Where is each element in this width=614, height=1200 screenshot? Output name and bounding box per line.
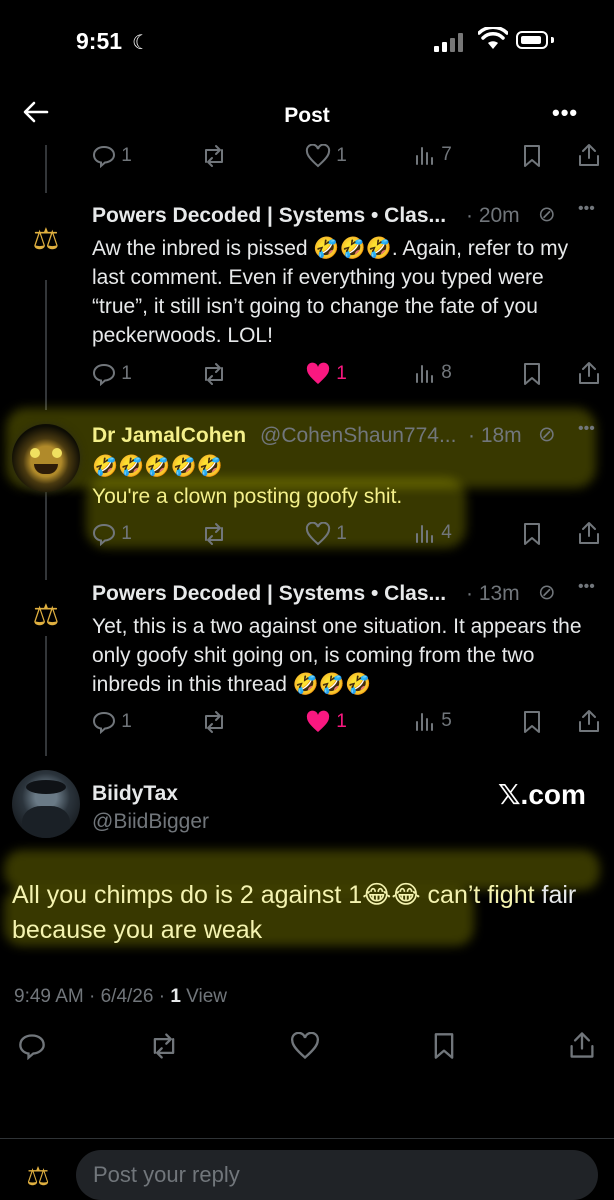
bookmark-button[interactable] (522, 710, 542, 734)
post-more-icon[interactable]: ••• (578, 200, 595, 218)
avatar-scales-icon[interactable]: ⚖ (26, 596, 66, 636)
reply-count: 1 (121, 145, 132, 167)
thread-line (45, 636, 47, 756)
post-more-icon[interactable]: ••• (578, 578, 595, 596)
reply-count: 1 (121, 711, 132, 733)
post-datetime: 9:49 AM · 6/4/26 · (14, 986, 171, 1007)
like-button-active[interactable]: 1 (305, 710, 347, 734)
post-more-icon[interactable]: ••• (578, 420, 595, 438)
grok-icon[interactable]: ⊘ (538, 422, 556, 447)
reply-button[interactable]: 1 (92, 710, 132, 735)
bookmark-button[interactable] (522, 144, 542, 168)
repost-button[interactable] (200, 710, 228, 734)
share-button[interactable] (577, 142, 601, 168)
thread-line (45, 145, 47, 193)
view-count: 7 (441, 144, 452, 166)
share-button[interactable] (568, 1030, 596, 1060)
x-watermark: 𝕏.com (498, 779, 586, 810)
reply-button[interactable]: 1 (92, 362, 132, 387)
bookmark-button[interactable] (432, 1032, 456, 1060)
author-name[interactable]: Powers Decoded | Systems • Clas... (92, 204, 446, 228)
reply-button[interactable]: 1 (92, 522, 132, 547)
grok-icon[interactable]: ⊘ (538, 580, 556, 605)
post-timestamp: · 20m (466, 204, 520, 227)
views-button[interactable]: 7 (414, 144, 452, 166)
share-button[interactable] (577, 708, 601, 734)
view-count: 4 (441, 522, 452, 544)
views-button[interactable]: 8 (414, 362, 452, 384)
post-text: You're a clown posting goofy shit. (92, 485, 403, 508)
repost-button[interactable] (200, 362, 228, 386)
reply-placeholder: Post your reply (93, 1162, 240, 1187)
bookmark-button[interactable] (522, 362, 542, 386)
wifi-icon (478, 27, 508, 49)
like-button[interactable]: 1 (305, 143, 347, 168)
view-count: 5 (441, 710, 452, 732)
like-count: 1 (336, 363, 347, 385)
post-timestamp: · 18m (468, 424, 522, 447)
thread-line (45, 492, 47, 580)
battery-tip (551, 37, 554, 43)
repost-button[interactable] (200, 144, 228, 168)
author-handle[interactable]: @CohenShaun774... (260, 424, 456, 448)
bookmark-button[interactable] (522, 522, 542, 546)
author-name[interactable]: BiidyTax (92, 782, 178, 806)
main-post-text-plain: fair (534, 881, 577, 909)
thread-line (45, 280, 47, 410)
views-button[interactable]: 5 (414, 710, 452, 732)
post-text: Yet, this is a two against one situation… (92, 615, 582, 696)
like-count: 1 (336, 711, 347, 733)
battery-icon (516, 31, 548, 49)
main-post-text-highlighted: because you are weak (12, 916, 263, 944)
view-count: 8 (441, 362, 452, 384)
post-timestamp: · 13m (466, 582, 520, 605)
reply-count: 1 (121, 523, 132, 545)
avatar-biidytax[interactable] (12, 770, 80, 838)
avatar-monkey[interactable] (12, 424, 80, 492)
post-text: Aw the inbred is pissed 🤣🤣🤣. Again, refe… (92, 237, 569, 347)
more-options-icon[interactable]: ••• (552, 100, 578, 126)
divider (0, 1138, 614, 1139)
current-user-avatar[interactable]: ⚖ (18, 1156, 58, 1196)
author-name[interactable]: Powers Decoded | Systems • Clas... (92, 582, 446, 606)
main-post-text-highlighted: All you chimps do is 2 against 1😂😂 can’t… (12, 881, 535, 909)
main-post-text: All you chimps do is 2 against 1😂😂 can’t… (12, 878, 612, 948)
views-button[interactable]: 4 (414, 522, 452, 544)
page-title: Post (284, 104, 330, 127)
post-emojis: 🤣🤣🤣🤣🤣 (92, 455, 223, 478)
like-button[interactable]: 1 (305, 521, 347, 546)
share-button[interactable] (577, 360, 601, 386)
like-count: 1 (336, 145, 347, 167)
reply-count: 1 (121, 363, 132, 385)
post-view-label: View (180, 986, 228, 1007)
like-button[interactable] (290, 1031, 320, 1060)
reply-button[interactable] (18, 1032, 46, 1061)
focus-moon-icon: ☾ (132, 32, 150, 54)
repost-button[interactable] (148, 1032, 180, 1060)
author-handle[interactable]: @BiidBigger (92, 810, 209, 834)
grok-icon[interactable]: ⊘ (538, 202, 556, 227)
reply-button[interactable]: 1 (92, 144, 132, 169)
post-time-meta: 9:49 AM · 6/4/26 · 1 View (14, 986, 227, 1008)
avatar-scales-icon[interactable]: ⚖ (26, 220, 66, 260)
share-button[interactable] (577, 520, 601, 546)
like-button-active[interactable]: 1 (305, 362, 347, 386)
author-name[interactable]: Dr JamalCohen (92, 424, 246, 448)
cellular-signal-icon (434, 32, 468, 52)
repost-button[interactable] (200, 522, 228, 546)
status-time: 9:51 (76, 28, 123, 54)
post-view-count: 1 (170, 986, 181, 1007)
like-count: 1 (336, 523, 347, 545)
